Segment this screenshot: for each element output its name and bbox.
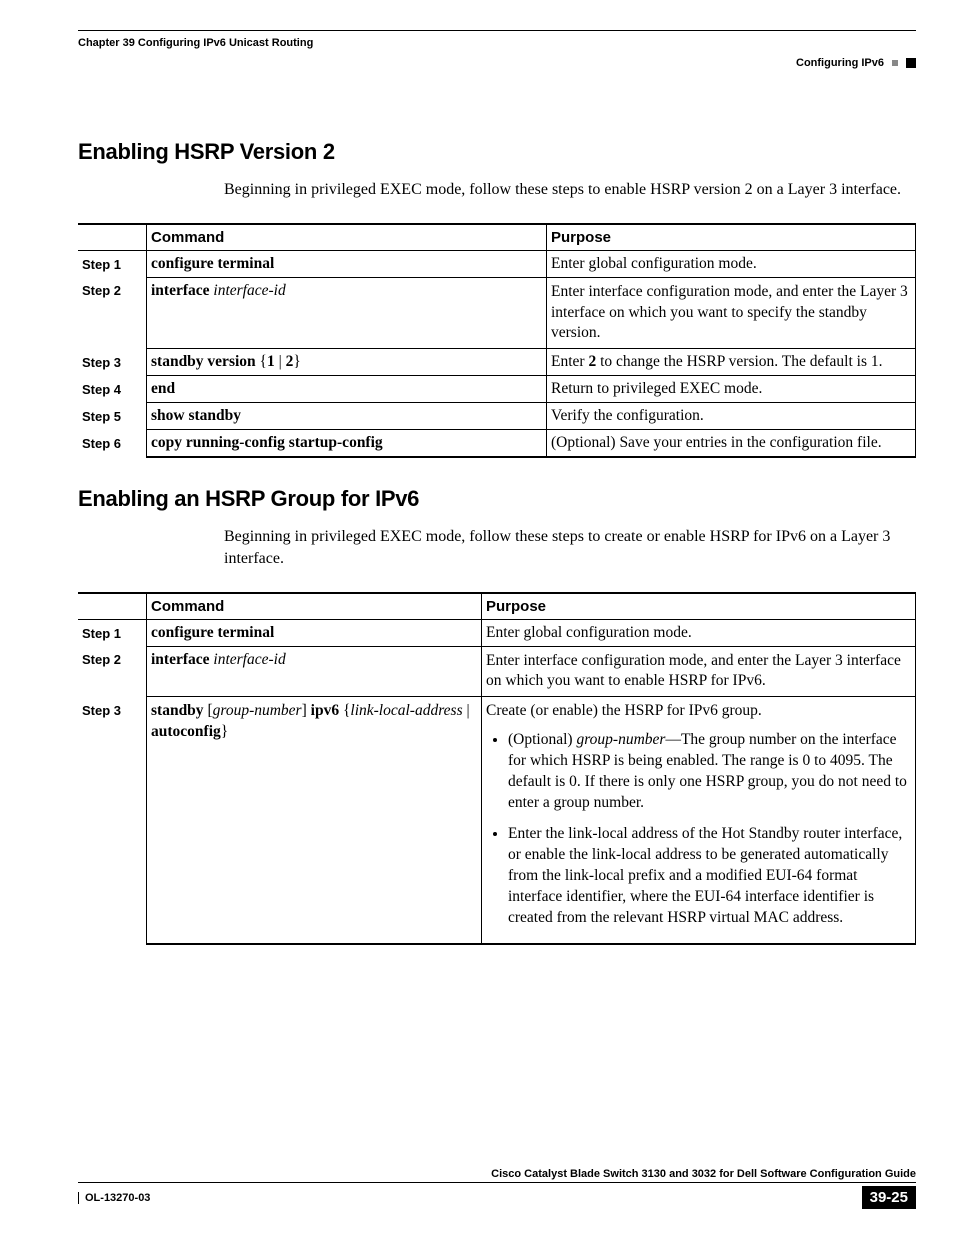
table-row: Step 2 interface interface-id Enter inte… (78, 646, 916, 697)
cmd-arg: interface-id (210, 282, 286, 299)
col-command: Command (147, 224, 547, 251)
command-cell: end (147, 376, 547, 403)
table-header-row: Command Purpose (78, 593, 916, 620)
cmd-text: { (339, 702, 350, 719)
col-purpose: Purpose (547, 224, 916, 251)
cmd-text: | (463, 702, 470, 719)
purpose-cell: Enter interface configuration mode, and … (482, 646, 916, 697)
cmd-text: [ (204, 702, 213, 719)
step-label: Step 2 (78, 277, 147, 349)
command-cell: interface interface-id (147, 277, 547, 349)
cmd-arg: group-number (213, 702, 302, 719)
table-row: Step 1 configure terminal Enter global c… (78, 619, 916, 646)
purpose-cell: (Optional) Save your entries in the conf… (547, 430, 916, 458)
table-row: Step 2 interface interface-id Enter inte… (78, 277, 916, 349)
header-section-wrap: Configuring IPv6 (796, 35, 916, 69)
command-cell: configure terminal (147, 250, 547, 277)
header-section: Configuring IPv6 (796, 57, 884, 69)
table-row: Step 1 configure terminal Enter global c… (78, 250, 916, 277)
cmd-text: end (151, 380, 175, 397)
cmd-text: configure terminal (151, 624, 274, 641)
footer-left: OL-13270-03 (78, 1192, 150, 1204)
step-label: Step 1 (78, 619, 147, 646)
col-purpose: Purpose (482, 593, 916, 620)
empty-header (78, 593, 147, 620)
purpose-cell: Verify the configuration. (547, 403, 916, 430)
step-label: Step 6 (78, 430, 147, 458)
header-marker (906, 58, 916, 68)
table-row: Step 6 copy running-config startup-confi… (78, 430, 916, 458)
table-row: Step 3 standby [group-number] ipv6 {link… (78, 697, 916, 944)
cmd-text: 1 (267, 353, 275, 370)
header-chapter: Chapter 39 Configuring IPv6 Unicast Rout… (78, 35, 313, 49)
command-cell: copy running-config startup-config (147, 430, 547, 458)
empty-header (78, 224, 147, 251)
step-label: Step 4 (78, 376, 147, 403)
footer-tick-icon (78, 1192, 79, 1204)
purpose-cell: Create (or enable) the HSRP for IPv6 gro… (482, 697, 916, 944)
purpose-cell: Enter global configuration mode. (482, 619, 916, 646)
cmd-text: autoconfig (151, 723, 221, 740)
cmd-text: configure terminal (151, 255, 274, 272)
step-label: Step 3 (78, 697, 147, 944)
cmd-text: show standby (151, 407, 241, 424)
section2-title: Enabling an HSRP Group for IPv6 (78, 486, 916, 512)
footer-row: OL-13270-03 39-25 (78, 1186, 916, 1209)
step-label: Step 5 (78, 403, 147, 430)
cmd-text: standby (151, 702, 204, 719)
col-command: Command (147, 593, 482, 620)
command-cell: show standby (147, 403, 547, 430)
page-number: 39-25 (862, 1186, 916, 1209)
list-item: Enter the link-local address of the Hot … (508, 824, 909, 929)
list-item: (Optional) group-number—The group number… (508, 730, 909, 814)
document-page: Chapter 39 Configuring IPv6 Unicast Rout… (0, 0, 954, 1235)
table-row: Step 5 show standby Verify the configura… (78, 403, 916, 430)
purpose-cell: Enter interface configuration mode, and … (547, 277, 916, 349)
step-label: Step 1 (78, 250, 147, 277)
table-row: Step 4 end Return to privileged EXEC mod… (78, 376, 916, 403)
footer-docnum: OL-13270-03 (85, 1192, 150, 1204)
cmd-text: ipv6 (311, 702, 339, 719)
command-cell: standby version {1 | 2} (147, 349, 547, 376)
footer-rule (78, 1182, 916, 1183)
section2-table: Command Purpose Step 1 configure termina… (78, 592, 916, 945)
table-header-row: Command Purpose (78, 224, 916, 251)
section1-intro: Beginning in privileged EXEC mode, follo… (224, 179, 916, 201)
cmd-text: standby version (151, 353, 256, 370)
step-label: Step 2 (78, 646, 147, 697)
cmd-text: interface (151, 651, 210, 668)
purpose-text: to change the HSRP version. The default … (596, 353, 882, 370)
header-rule (78, 30, 916, 31)
cmd-text: interface (151, 282, 210, 299)
command-cell: standby [group-number] ipv6 {link-local-… (147, 697, 482, 944)
cmd-text: } (293, 353, 300, 370)
cmd-arg: link-local-address (350, 702, 462, 719)
li-text: (Optional) (508, 731, 576, 748)
footer-guide-title: Cisco Catalyst Blade Switch 3130 and 303… (78, 1168, 916, 1180)
step-label: Step 3 (78, 349, 147, 376)
purpose-cell: Return to privileged EXEC mode. (547, 376, 916, 403)
cmd-text: | (275, 353, 286, 370)
cmd-text: ] (302, 702, 311, 719)
command-cell: configure terminal (147, 619, 482, 646)
page-footer: Cisco Catalyst Blade Switch 3130 and 303… (78, 1168, 916, 1209)
cmd-arg: interface-id (210, 651, 286, 668)
table-row: Step 3 standby version {1 | 2} Enter 2 t… (78, 349, 916, 376)
command-cell: interface interface-id (147, 646, 482, 697)
section1-title: Enabling HSRP Version 2 (78, 139, 916, 165)
purpose-cell: Enter 2 to change the HSRP version. The … (547, 349, 916, 376)
purpose-cell: Enter global configuration mode. (547, 250, 916, 277)
purpose-text: Enter (551, 353, 588, 370)
section2-intro: Beginning in privileged EXEC mode, follo… (224, 526, 916, 569)
purpose-list: (Optional) group-number—The group number… (486, 730, 909, 928)
purpose-lead: Create (or enable) the HSRP for IPv6 gro… (486, 701, 909, 722)
li-arg: group-number (576, 731, 665, 748)
cmd-text: } (221, 723, 228, 740)
cmd-text: { (256, 353, 267, 370)
section1-table: Command Purpose Step 1 configure termina… (78, 223, 916, 459)
page-header: Chapter 39 Configuring IPv6 Unicast Rout… (78, 35, 916, 69)
cmd-text: copy running-config startup-config (151, 434, 383, 451)
header-marker-small (892, 60, 898, 66)
